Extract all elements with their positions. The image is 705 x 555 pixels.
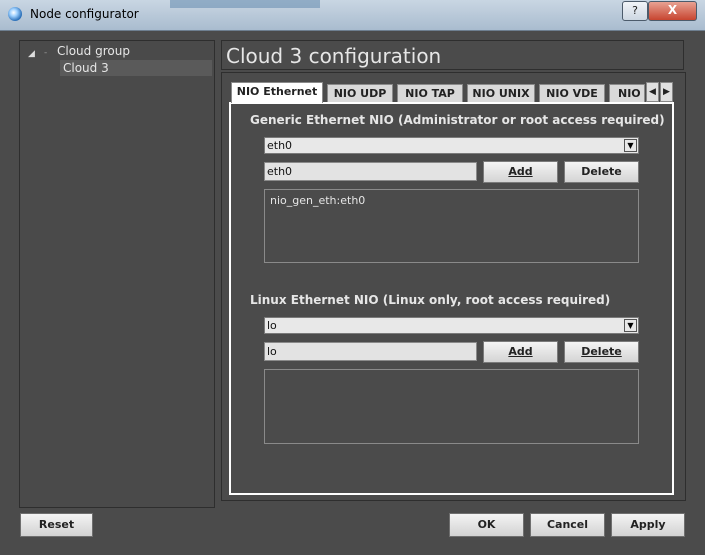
close-button[interactable]: X bbox=[648, 1, 697, 21]
tab-nio-ethernet[interactable]: NIO Ethernet bbox=[231, 82, 323, 103]
page-title: Cloud 3 configuration bbox=[221, 40, 684, 70]
tree-item-cloud-3[interactable]: Cloud 3 bbox=[60, 60, 212, 76]
generic-ethernet-heading: Generic Ethernet NIO (Administrator or r… bbox=[250, 113, 665, 127]
linux-delete-button[interactable]: Delete bbox=[564, 341, 639, 363]
linux-interface-value: lo bbox=[267, 319, 277, 332]
tab-nio-partial[interactable]: NIO N bbox=[609, 84, 645, 102]
expand-triangle-icon[interactable]: ◢ bbox=[28, 46, 35, 62]
tab-nio-vde[interactable]: NIO VDE bbox=[539, 84, 605, 102]
linux-interface-select[interactable]: lo ▼ bbox=[264, 317, 639, 334]
node-tree[interactable]: ◢ - Cloud group Cloud 3 bbox=[19, 40, 215, 508]
linux-add-button[interactable]: Add bbox=[483, 341, 558, 363]
tree-item-cloud-group[interactable]: ◢ - Cloud group bbox=[20, 43, 212, 59]
ok-button[interactable]: OK bbox=[449, 513, 524, 537]
linux-nio-list[interactable] bbox=[264, 369, 639, 444]
linux-ethernet-heading: Linux Ethernet NIO (Linux only, root acc… bbox=[250, 293, 611, 307]
generic-interface-value: eth0 bbox=[267, 139, 293, 152]
button-label: Delete bbox=[581, 165, 622, 178]
apply-button[interactable]: Apply bbox=[611, 513, 685, 537]
reset-button[interactable]: Reset bbox=[20, 513, 93, 537]
help-button[interactable]: ? bbox=[622, 1, 648, 21]
tab-scroll-left-icon[interactable]: ◀ bbox=[646, 82, 659, 102]
cancel-button[interactable]: Cancel bbox=[530, 513, 605, 537]
linux-interface-input[interactable]: lo bbox=[264, 342, 477, 361]
app-icon bbox=[8, 7, 22, 21]
title-bar: Node configurator ? X bbox=[0, 0, 705, 31]
tree-item-label: Cloud 3 bbox=[63, 61, 109, 75]
node-configurator-window: Node configurator ? X ◢ - Cloud group Cl… bbox=[0, 0, 705, 555]
generic-interface-select[interactable]: eth0 ▼ bbox=[264, 137, 639, 154]
tab-nio-unix[interactable]: NIO UNIX bbox=[467, 84, 535, 102]
window-title: Node configurator bbox=[30, 7, 139, 21]
button-label: Add bbox=[508, 165, 533, 178]
tab-scroll-right-icon[interactable]: ▶ bbox=[660, 82, 673, 102]
generic-nio-list[interactable]: nio_gen_eth:eth0 bbox=[264, 189, 639, 263]
generic-add-button[interactable]: Add bbox=[483, 161, 558, 183]
tab-nio-udp[interactable]: NIO UDP bbox=[327, 84, 393, 102]
chevron-down-icon[interactable]: ▼ bbox=[624, 319, 637, 332]
generic-delete-button[interactable]: Delete bbox=[564, 161, 639, 183]
tab-nio-tap[interactable]: NIO TAP bbox=[397, 84, 463, 102]
tree-item-label: Cloud group bbox=[57, 44, 130, 58]
generic-interface-input[interactable]: eth0 bbox=[264, 162, 477, 181]
background-window-strip bbox=[170, 0, 320, 8]
list-item[interactable]: nio_gen_eth:eth0 bbox=[270, 194, 365, 207]
button-label: Delete bbox=[581, 345, 622, 358]
chevron-down-icon[interactable]: ▼ bbox=[624, 139, 637, 152]
tree-branch-icon: - bbox=[44, 48, 48, 58]
button-label: Add bbox=[508, 345, 533, 358]
